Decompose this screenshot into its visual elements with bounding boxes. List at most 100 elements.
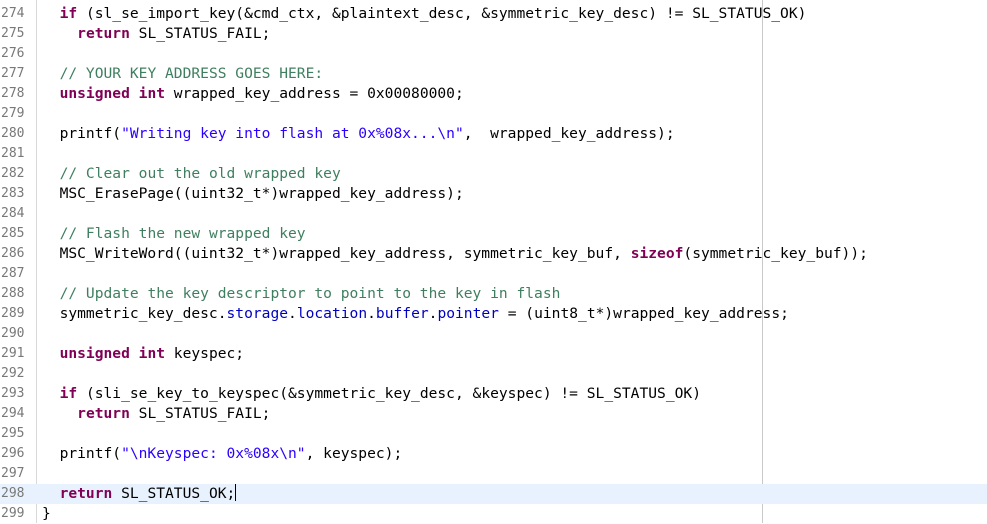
line-number: 281 <box>1 146 25 161</box>
token: printf( <box>42 125 122 142</box>
code-line[interactable]: 283 MSC_ErasePage((uint32_t*)wrapped_key… <box>0 184 987 204</box>
line-number: 288 <box>1 286 25 301</box>
code-line[interactable]: 284 <box>0 204 987 224</box>
token-kw: if <box>59 385 78 402</box>
code-line[interactable]: 291 unsigned int keyspec; <box>0 344 987 364</box>
line-code[interactable]: return SL_STATUS_FAIL; <box>42 24 270 44</box>
line-number: 294 <box>1 406 25 421</box>
line-code[interactable]: if (sli_se_key_to_keyspec(&symmetric_key… <box>42 384 701 404</box>
line-number: 275 <box>1 26 25 41</box>
line-code[interactable]: if (sl_se_import_key(&cmd_ctx, &plaintex… <box>42 4 807 24</box>
line-number: 286 <box>1 246 25 261</box>
token: (sli_se_key_to_keyspec(&symmetric_key_de… <box>77 385 701 402</box>
token-fld: pointer <box>437 305 499 322</box>
code-line[interactable]: 275 return SL_STATUS_FAIL; <box>0 24 987 44</box>
token-kw: return <box>59 485 113 502</box>
line-code[interactable]: MSC_WriteWord((uint32_t*)wrapped_key_add… <box>42 244 868 264</box>
token: SL_STATUS_OK; <box>112 485 236 502</box>
token: MSC_WriteWord((uint32_t*)wrapped_key_add… <box>42 245 631 262</box>
code-editor[interactable]: 274 if (sl_se_import_key(&cmd_ctx, &plai… <box>0 0 987 523</box>
token-st: "\nKeyspec: 0x%08x\n" <box>121 445 306 462</box>
token: (symmetric_key_buf)); <box>683 245 868 262</box>
line-number: 299 <box>1 506 25 521</box>
code-line[interactable]: 298 return SL_STATUS_OK; <box>0 484 987 504</box>
line-number: 295 <box>1 426 25 441</box>
token: printf( <box>42 445 122 462</box>
line-code[interactable]: return SL_STATUS_FAIL; <box>42 404 270 424</box>
code-line[interactable]: 292 <box>0 364 987 384</box>
code-line[interactable]: 280 printf("Writing key into flash at 0x… <box>0 124 987 144</box>
line-number: 278 <box>1 86 25 101</box>
line-number: 290 <box>1 326 25 341</box>
token: symmetric_key_desc. <box>42 305 227 322</box>
code-line[interactable]: 290 <box>0 324 987 344</box>
code-line[interactable]: 297 <box>0 464 987 484</box>
line-code[interactable]: // YOUR KEY ADDRESS GOES HERE: <box>42 64 324 84</box>
code-line[interactable]: 295 <box>0 424 987 444</box>
code-line[interactable]: 282 // Clear out the old wrapped key <box>0 164 987 184</box>
code-lines[interactable]: 274 if (sl_se_import_key(&cmd_ctx, &plai… <box>0 4 987 524</box>
code-line[interactable]: 279 <box>0 104 987 124</box>
token-st: "Writing key into flash at 0x%08x...\n" <box>121 125 464 142</box>
line-code[interactable]: unsigned int wrapped_key_address = 0x000… <box>42 84 464 104</box>
token: MSC_ErasePage((uint32_t*)wrapped_key_add… <box>42 185 464 202</box>
line-number: 287 <box>1 266 25 281</box>
line-code[interactable]: MSC_ErasePage((uint32_t*)wrapped_key_add… <box>42 184 464 204</box>
code-line[interactable]: 278 unsigned int wrapped_key_address = 0… <box>0 84 987 104</box>
token-kw: return <box>77 405 130 422</box>
line-number: 289 <box>1 306 25 321</box>
token: } <box>42 505 51 522</box>
code-line[interactable]: 289 symmetric_key_desc.storage.location.… <box>0 304 987 324</box>
token: . <box>288 305 297 322</box>
code-line[interactable]: 274 if (sl_se_import_key(&cmd_ctx, &plai… <box>0 4 987 24</box>
token: , keyspec); <box>305 445 403 462</box>
code-line[interactable]: 294 return SL_STATUS_FAIL; <box>0 404 987 424</box>
line-code[interactable]: // Update the key descriptor to point to… <box>42 284 561 304</box>
code-line[interactable]: 276 <box>0 44 987 64</box>
token-cm: // Flash the new wrapped key <box>59 225 306 242</box>
token: = (uint8_t*)wrapped_key_address; <box>498 305 789 322</box>
code-line[interactable]: 299} <box>0 504 987 524</box>
token-fld: buffer <box>375 305 429 322</box>
token-fld: location <box>296 305 368 322</box>
line-code[interactable]: // Clear out the old wrapped key <box>42 164 341 184</box>
code-line[interactable]: 287 <box>0 264 987 284</box>
token: SL_STATUS_FAIL; <box>129 405 271 422</box>
token-kw: sizeof <box>630 245 684 262</box>
code-line[interactable]: 286 MSC_WriteWord((uint32_t*)wrapped_key… <box>0 244 987 264</box>
line-number: 298 <box>1 486 25 501</box>
line-number: 280 <box>1 126 25 141</box>
line-code[interactable]: symmetric_key_desc.storage.location.buff… <box>42 304 789 324</box>
line-code[interactable]: unsigned int keyspec; <box>42 344 245 364</box>
code-line[interactable]: 288 // Update the key descriptor to poin… <box>0 284 987 304</box>
line-code[interactable]: return SL_STATUS_OK; <box>42 484 237 504</box>
code-line[interactable]: 281 <box>0 144 987 164</box>
token-kw: unsigned int <box>59 345 166 362</box>
token: , wrapped_key_address); <box>463 125 675 142</box>
line-number: 285 <box>1 226 25 241</box>
token: SL_STATUS_FAIL; <box>129 25 271 42</box>
line-number: 292 <box>1 366 25 381</box>
line-number: 284 <box>1 206 25 221</box>
code-line[interactable]: 296 printf("\nKeyspec: 0x%08x\n", keyspe… <box>0 444 987 464</box>
token-cm: // Update the key descriptor to point to… <box>59 285 561 302</box>
line-code[interactable]: printf("\nKeyspec: 0x%08x\n", keyspec); <box>42 444 403 464</box>
code-line[interactable]: 293 if (sli_se_key_to_keyspec(&symmetric… <box>0 384 987 404</box>
code-line[interactable]: 285 // Flash the new wrapped key <box>0 224 987 244</box>
token-fld: storage <box>226 305 289 322</box>
token: (sl_se_import_key(&cmd_ctx, &plaintext_d… <box>77 5 807 22</box>
code-line[interactable]: 277 // YOUR KEY ADDRESS GOES HERE: <box>0 64 987 84</box>
line-code[interactable]: // Flash the new wrapped key <box>42 224 306 244</box>
line-code[interactable]: printf("Writing key into flash at 0x%08x… <box>42 124 675 144</box>
token: . <box>367 305 376 322</box>
line-code[interactable]: } <box>42 504 51 524</box>
line-number: 283 <box>1 186 25 201</box>
